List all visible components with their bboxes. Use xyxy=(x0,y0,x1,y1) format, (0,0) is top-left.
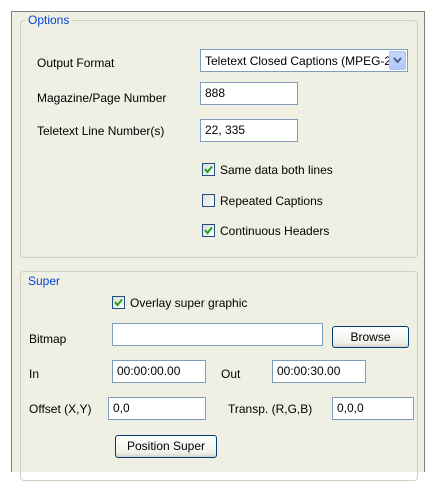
output-format-value: Teletext Closed Captions (MPEG-2) xyxy=(205,54,396,68)
offset-input[interactable]: 0,0 xyxy=(108,397,206,420)
checkmark-icon xyxy=(114,298,123,307)
in-time-input[interactable]: 00:00:00.00 xyxy=(112,360,206,383)
offset-label: Offset (X,Y) xyxy=(29,402,92,416)
in-label: In xyxy=(29,367,40,381)
same-data-checkbox[interactable]: Same data both lines xyxy=(202,162,362,178)
settings-panel: Options Output Format Teletext Closed Ca… xyxy=(11,11,425,481)
browse-button[interactable]: Browse xyxy=(332,326,409,348)
bitmap-label: Bitmap xyxy=(29,332,67,346)
out-time-input[interactable]: 00:00:30.00 xyxy=(272,360,366,383)
checkbox-box[interactable] xyxy=(202,194,215,207)
repeated-captions-label: Repeated Captions xyxy=(220,194,323,208)
magazine-page-input[interactable]: 888 xyxy=(200,82,298,105)
continuous-headers-label: Continuous Headers xyxy=(220,224,330,238)
transparency-label: Transp. (R,G,B) xyxy=(228,402,313,416)
position-super-button[interactable]: Position Super xyxy=(115,435,217,458)
super-legend: Super xyxy=(25,274,64,288)
options-legend: Options xyxy=(25,13,73,27)
teletext-line-input[interactable]: 22, 335 xyxy=(200,119,298,142)
checkmark-icon xyxy=(204,226,213,235)
overlay-super-checkbox[interactable]: Overlay super graphic xyxy=(112,295,292,311)
bitmap-input[interactable] xyxy=(112,323,323,346)
out-label: Out xyxy=(221,367,241,381)
repeated-captions-checkbox[interactable]: Repeated Captions xyxy=(202,193,362,209)
magazine-page-label: Magazine/Page Number xyxy=(37,91,167,105)
continuous-headers-checkbox[interactable]: Continuous Headers xyxy=(202,223,362,239)
same-data-label: Same data both lines xyxy=(220,163,333,177)
dropdown-arrow-icon[interactable] xyxy=(389,51,406,70)
output-format-select[interactable]: Teletext Closed Captions (MPEG-2) xyxy=(200,49,408,72)
transparency-input[interactable]: 0,0,0 xyxy=(332,397,414,420)
overlay-super-label: Overlay super graphic xyxy=(130,296,248,310)
output-format-label: Output Format xyxy=(37,56,115,70)
checkmark-icon xyxy=(204,165,213,174)
checkbox-box[interactable] xyxy=(202,163,215,176)
checkbox-box[interactable] xyxy=(202,224,215,237)
teletext-line-label: Teletext Line Number(s) xyxy=(37,124,165,138)
checkbox-box[interactable] xyxy=(112,296,125,309)
